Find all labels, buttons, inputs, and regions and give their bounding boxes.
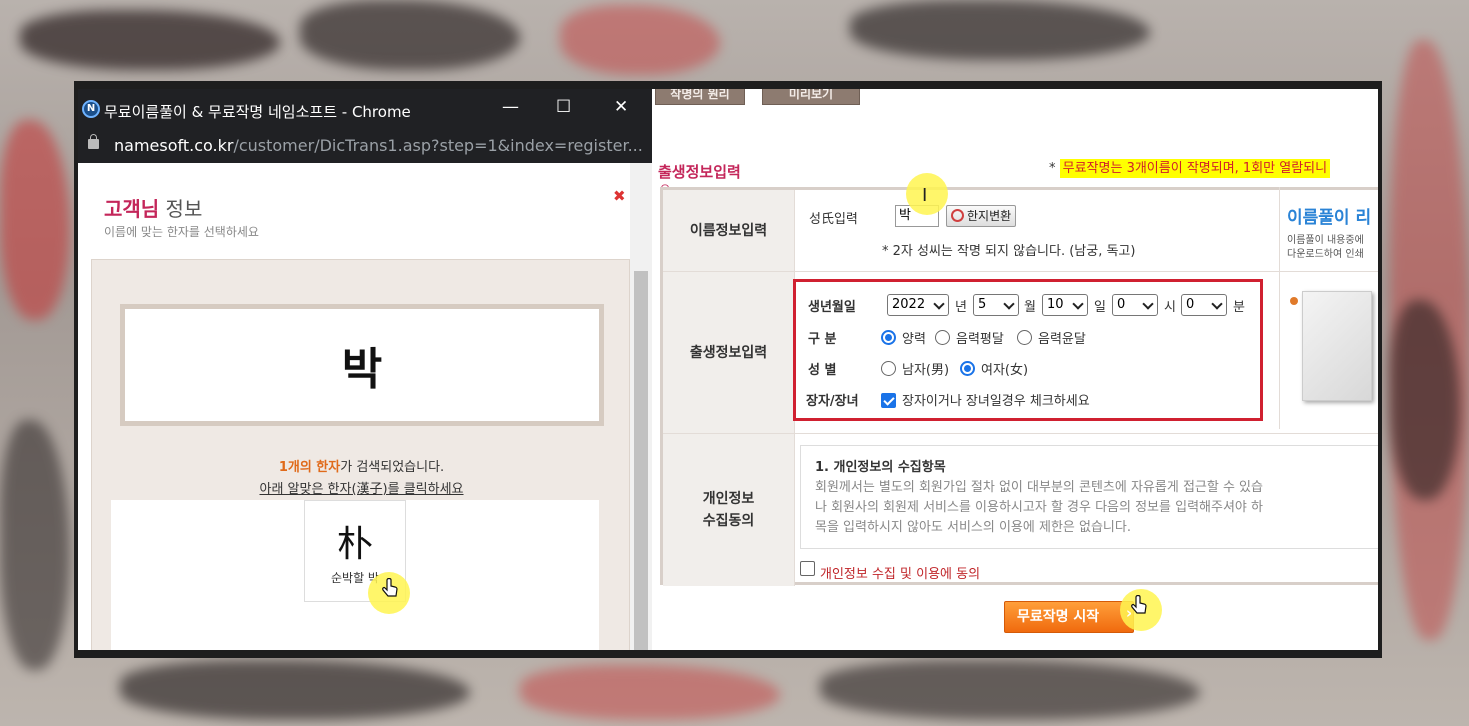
- start-naming-label: 무료작명 시작: [1017, 609, 1100, 625]
- tab-naming-principle[interactable]: 작명의 원리: [655, 89, 745, 105]
- window-title: 무료이름풀이 & 무료작명 네임소프트 - Chrome: [104, 103, 411, 121]
- popup-heading: 고객님 정보: [104, 193, 202, 222]
- notice-prefix: *: [1049, 161, 1060, 176]
- hand-cursor-icon-popup: [382, 578, 398, 597]
- tab-preview[interactable]: 미리보기: [762, 89, 860, 105]
- privacy-terms-box: 1. 개인정보의 수집항목 회원께서는 별도의 회원가입 절차 없이 대부분의 …: [800, 445, 1378, 549]
- namesoft-logo-icon: N: [82, 100, 100, 118]
- lock-icon: [88, 134, 99, 149]
- popup-subheading: 이름에 맞는 한자를 선택하세요: [104, 225, 259, 239]
- popup-content: 고객님 정보 이름에 맞는 한자를 선택하세요 ✖ 박 1개의 한자가 검색되었…: [78, 163, 652, 650]
- booklet-image: [1302, 291, 1372, 401]
- heading-rest: 정보: [159, 197, 203, 221]
- hanja-search-panel: 박 1개의 한자가 검색되었습니다. 아래 알맞은 한자(漢子)를 클릭하세요 …: [91, 259, 630, 650]
- convert-hanja-label: 한지변환: [967, 209, 1012, 223]
- ad-line1: 이름풀이 내용중에: [1287, 235, 1364, 246]
- birth-info-highlight-box: [793, 279, 1263, 421]
- privacy-label-line1: 개인정보: [702, 491, 755, 507]
- registration-page: 작명의 원리 미리보기 출생정보입력 요 * 무료작명는 3개이름이 작명되며,…: [652, 89, 1378, 650]
- query-character: 박: [120, 304, 604, 426]
- click-instruction: 아래 알맞은 한자(漢子)를 클릭하세요: [259, 482, 464, 497]
- surname-note: * 2자 성씨는 작명 되지 않습니다. (남궁, 독고): [882, 244, 1136, 259]
- privacy-agree-checkbox[interactable]: [800, 561, 815, 576]
- privacy-line1: 회원께서는 별도의 회원가입 절차 없이 대부분의 콘텐츠에 자유롭게 접근할 …: [815, 480, 1263, 495]
- privacy-label-line2: 수집동의: [702, 513, 755, 529]
- popup-close-icon[interactable]: ✖: [613, 187, 626, 205]
- url-text: namesoft.co.kr/customer/DicTrans1.asp?st…: [114, 136, 643, 155]
- section-title: 출생정보입력: [658, 163, 741, 181]
- hanja-character: 朴: [336, 524, 373, 565]
- privacy-line3: 목을 입력하시지 않아도 서비스의 이용에 제한은 없습니다.: [815, 520, 1131, 535]
- surname-label: 성氏입력: [809, 212, 858, 227]
- name-info-label: 이름정보입력: [663, 190, 795, 271]
- found-count-text: 1개의 한자가 검색되었습니다.: [92, 456, 631, 475]
- found-count: 1개의 한자: [278, 460, 341, 475]
- url-domain: namesoft.co.kr: [114, 136, 234, 155]
- start-naming-button[interactable]: 무료작명 시작: [1004, 601, 1134, 633]
- notice-highlight: 무료작명는 3개이름이 작명되며, 1회만 열람되니: [1059, 159, 1331, 178]
- name-info-row: 이름정보입력 성氏입력 박 한지변환 * 2자 성씨는 작명 되지 않습니다. …: [663, 190, 1378, 272]
- ad-banner[interactable]: 이름풀이 리 이름풀이 내용중에 다운로드하여 인쇄: [1279, 187, 1378, 429]
- decor-dot: [1290, 297, 1298, 305]
- popup-scrollbar[interactable]: [630, 163, 652, 650]
- text-cursor-icon: I: [922, 185, 928, 206]
- privacy-agree-label: 개인정보 수집 및 이용에 동의: [820, 567, 981, 582]
- convert-hanja-button[interactable]: 한지변환: [946, 205, 1017, 227]
- notice-text: * 무료작명는 3개이름이 작명되며, 1회만 열람되니: [1049, 157, 1331, 178]
- close-window-button[interactable]: ✕: [614, 97, 628, 117]
- refresh-icon: [951, 209, 964, 222]
- address-bar[interactable]: namesoft.co.kr/customer/DicTrans1.asp?st…: [78, 129, 652, 163]
- window-titlebar: N 무료이름풀이 & 무료작명 네임소프트 - Chrome — ☐ ✕: [78, 89, 652, 129]
- maximize-button[interactable]: ☐: [556, 97, 571, 117]
- birth-info-label: 출생정보입력: [663, 272, 795, 433]
- scrollbar-thumb[interactable]: [634, 271, 648, 650]
- minimize-button[interactable]: —: [502, 97, 519, 117]
- hand-cursor-icon: [1131, 595, 1147, 614]
- heading-strong: 고객님: [104, 197, 160, 221]
- privacy-label: 개인정보수집동의: [663, 434, 795, 586]
- ad-line2: 다운로드하여 인쇄: [1287, 249, 1364, 260]
- found-rest: 가 검색되었습니다.: [340, 460, 445, 475]
- ad-title: 이름풀이 리: [1287, 208, 1372, 228]
- privacy-heading: 1. 개인정보의 수집항목: [815, 460, 946, 475]
- privacy-line2: 나 회원사의 회원제 서비스를 이용하시고자 할 경우 다음의 정보를 입력해주…: [815, 500, 1263, 515]
- hanja-results-area: 朴 순박할 박: [111, 500, 599, 650]
- url-path: /customer/DicTrans1.asp?step=1&index=reg…: [233, 136, 643, 155]
- hanja-popup-window: N 무료이름풀이 & 무료작명 네임소프트 - Chrome — ☐ ✕ nam…: [78, 89, 652, 650]
